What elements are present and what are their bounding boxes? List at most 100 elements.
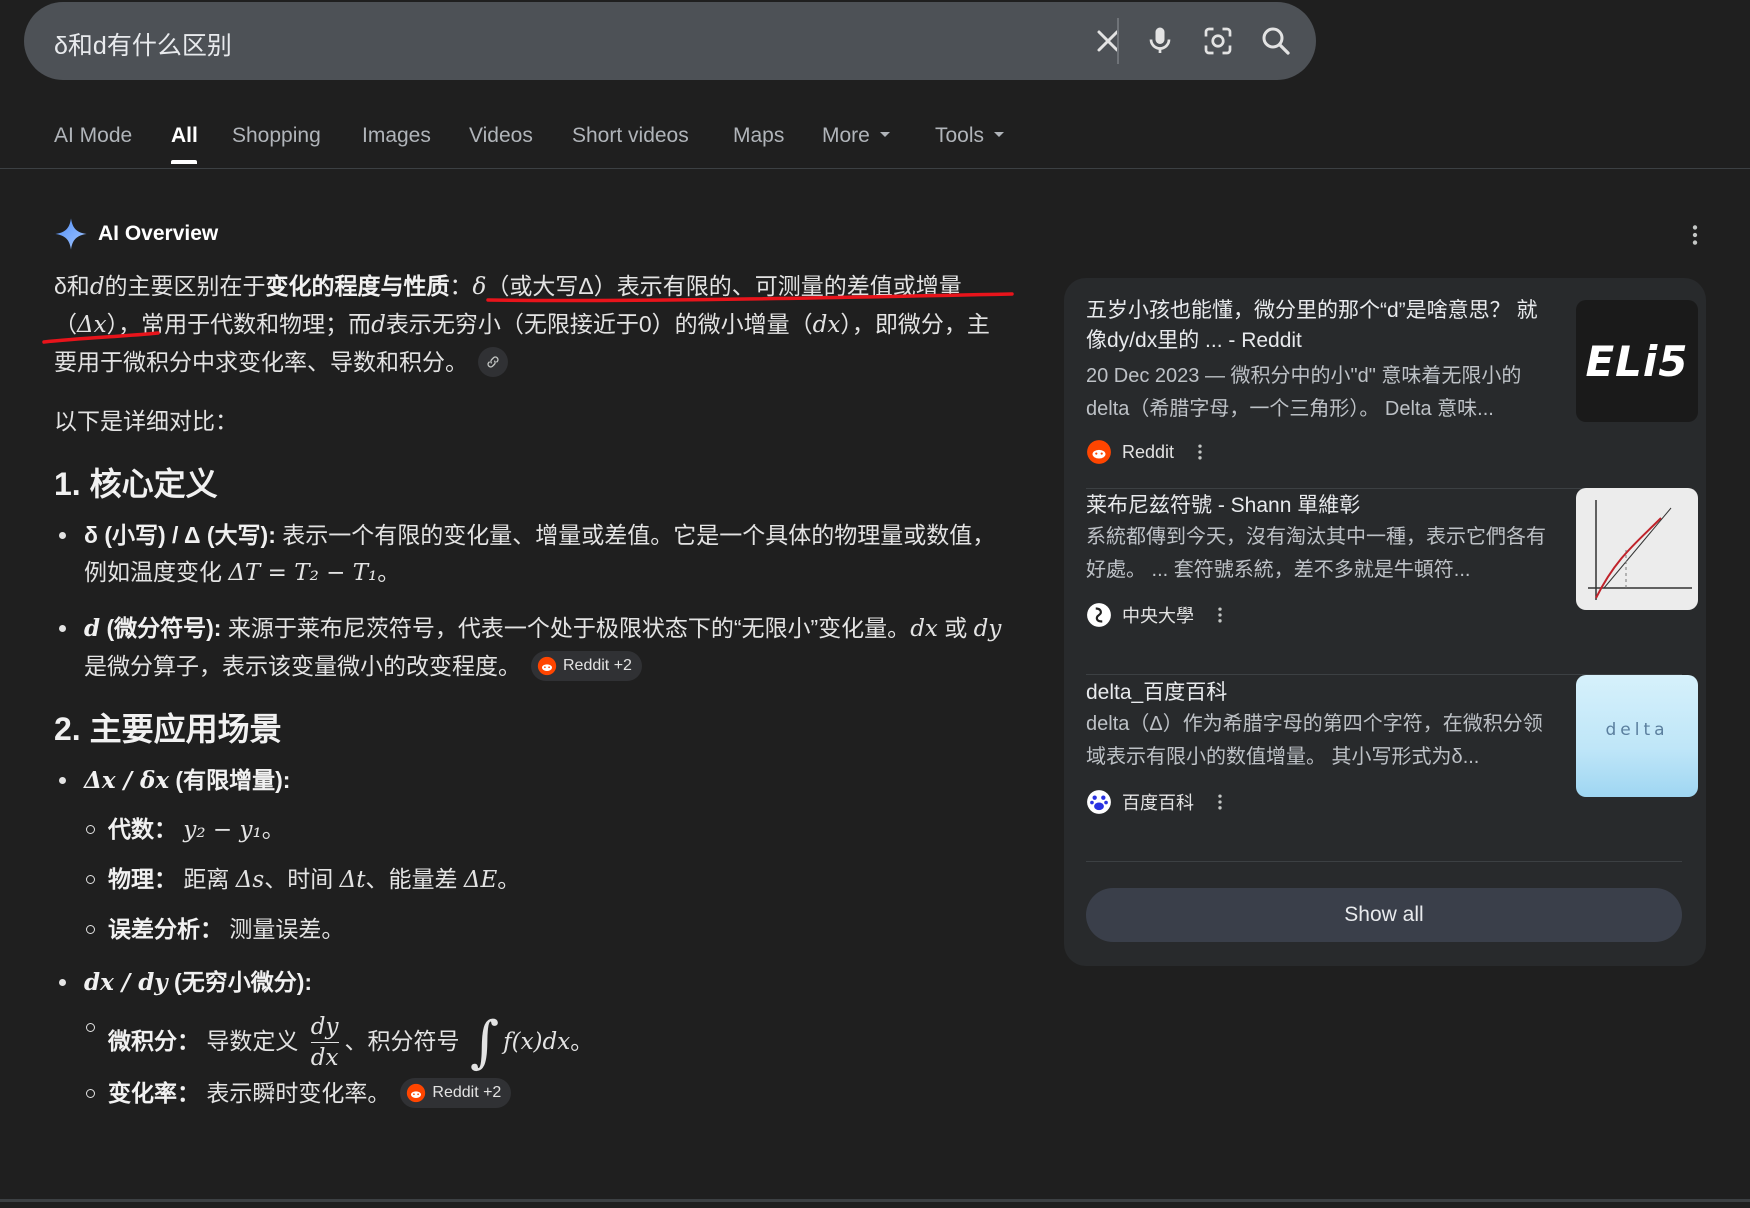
list-item: Δx / δx (有限增量): 代数： y₂ − y₁。 物理： 距离 Δs、时… (59, 762, 1010, 948)
tab-tools[interactable]: Tools (935, 124, 1005, 148)
tab-short-videos[interactable]: Short videos (572, 124, 689, 148)
item-text: 是微分算子，表示该变量微小的改变程度。 (84, 653, 521, 679)
camera-lens-icon[interactable] (1200, 23, 1236, 59)
source-card-snippet: 20 Dec 2023 — 微积分中的小"d" 意味着无限小的delta（希腊字… (1086, 365, 1522, 420)
tab-shopping[interactable]: Shopping (232, 124, 321, 148)
item-label: (有限增量): (169, 767, 291, 793)
sub-item-math: f(x)dx (503, 1029, 571, 1055)
sub-item-math: Δs (235, 867, 265, 893)
sub-item-text: 距离 (183, 866, 236, 892)
intro-text: ： (449, 273, 473, 299)
show-all-button[interactable]: Show all (1086, 888, 1682, 942)
sub-item-text: 测量误差。 (229, 916, 345, 942)
source-thumbnail[interactable]: ELi5 (1576, 300, 1698, 422)
source-card-site: 中央大學 (1086, 601, 1230, 629)
tab-images[interactable]: Images (362, 124, 431, 148)
reddit-icon (407, 1083, 426, 1103)
bottom-edge (0, 1199, 1750, 1202)
source-thumbnail[interactable]: delta (1576, 675, 1698, 797)
tab-ai-mode[interactable]: AI Mode (54, 124, 132, 148)
intro-text: 的主要区别在于 (104, 273, 266, 299)
citation-link-button[interactable] (478, 346, 508, 377)
fraction-numerator: dy (310, 1012, 339, 1044)
item-math: dx / dy (84, 969, 168, 996)
section-heading: 2. 主要应用场景 (54, 711, 282, 747)
intro-math: Δx (77, 312, 107, 338)
more-options-icon[interactable] (1210, 605, 1230, 625)
source-name: 百度百科 (1122, 793, 1194, 813)
mic-icon[interactable] (1142, 23, 1178, 59)
baidu-paw-icon (1087, 790, 1111, 814)
intro-paragraph: δ和d的主要区别在于变化的程度与性质：δ（或大写Δ）表示有限的、可测量的差值或增… (54, 268, 1010, 381)
intro-math: d (371, 312, 386, 338)
reddit-icon (1087, 440, 1111, 464)
source-card-snippet: 系統都傳到今天，沒有淘汰其中一種，表示它們各有好處。 ... 套符號系統，差不多… (1086, 526, 1546, 581)
sub-list: 代数： y₂ − y₁。 物理： 距离 Δs、时间 Δt、能量差 ΔE。 误差分… (84, 811, 1010, 948)
sub-item-text: 导数定义 (206, 1028, 305, 1054)
sub-item-text: 、时间 (264, 866, 340, 892)
delta-thumb-text: delta (1605, 720, 1669, 740)
sub-item-text: 、积分符号 (344, 1028, 466, 1054)
ai-overview-header: AI Overview (54, 216, 218, 252)
compare-intro: 以下是详细对比： (54, 408, 238, 434)
source-thumbnail[interactable] (1576, 488, 1698, 610)
item-text: 来源于莱布尼茨符号，代表一个处于极限状态下的“无限小”变化量。 (221, 615, 911, 641)
search-bar[interactable]: δ和d有什么区别 (24, 2, 1316, 80)
tab-maps[interactable]: Maps (733, 124, 784, 148)
source-card-title[interactable]: 莱布尼兹符號 - Shann 單維彰 (1086, 491, 1548, 521)
tab-more[interactable]: More (822, 124, 890, 148)
sub-item-text: 。 (497, 866, 521, 892)
chevron-down-icon (994, 131, 1005, 137)
sub-item-math: ΔE (463, 867, 498, 893)
derivative-fraction: dy dx (310, 1012, 339, 1073)
sub-item-label: 物理： (108, 866, 177, 892)
more-options-icon[interactable] (1210, 792, 1230, 812)
item-label: (微分符号): (100, 615, 222, 641)
active-tab-indicator (171, 160, 197, 164)
sub-item-label: 变化率： (108, 1079, 200, 1106)
list-item: dx / dy (无穷小微分): 微积分： 导数定义 dy dx 、积分符号 ∫ f(… (59, 964, 1010, 1112)
source-chip[interactable]: Reddit +2 (531, 650, 642, 681)
sub-list-item: 误差分析： 测量误差。 (86, 911, 1010, 948)
integral-symbol: ∫ (469, 1009, 500, 1075)
sub-list: 微积分： 导数定义 dy dx 、积分符号 ∫ f(x)dx。 变化率： 表示瞬时变化… (84, 1009, 1010, 1112)
intro-math: δ (472, 274, 487, 300)
intro-text: 表示无穷小（无限接近于0）的微小增量（ (385, 311, 813, 337)
source-card[interactable]: 五岁小孩也能懂，微分里的那个“d”是啥意思？ 就像dy/dx里的 ... - R… (1086, 278, 1698, 464)
more-options-icon[interactable] (1190, 442, 1210, 462)
source-card[interactable]: 莱布尼兹符號 - Shann 單維彰 系統都傳到今天，沒有淘汰其中一種，表示它們… (1086, 488, 1698, 677)
sub-list-item: 微积分： 导数定义 dy dx 、积分符号 ∫ f(x)dx。 (86, 1009, 1010, 1075)
item-math: dy (973, 616, 1002, 642)
item-label: (无穷小微分): (167, 969, 313, 995)
fraction-denominator: dx (310, 1045, 339, 1072)
chevron-down-icon (879, 131, 890, 137)
sub-item-text: 。 (261, 816, 285, 842)
close-icon[interactable] (1090, 23, 1126, 59)
definition-list: δ (小写) / Δ (大写): 表示一个有限的变化量、增量或差值。它是一个具体… (54, 517, 1010, 685)
source-chip[interactable]: Reddit +2 (400, 1077, 512, 1108)
list-item: d (微分符号): 来源于莱布尼茨符号，代表一个处于极限状态下的“无限小”变化量… (59, 610, 1010, 685)
sources-panel: 五岁小孩也能懂，微分里的那个“d”是啥意思？ 就像dy/dx里的 ... - R… (1064, 278, 1706, 966)
search-icon[interactable] (1258, 23, 1294, 59)
sub-item-text: 表示瞬时变化率。 (206, 1079, 391, 1106)
university-logo-icon (1087, 603, 1111, 627)
search-input[interactable]: δ和d有什么区别 (54, 26, 232, 62)
tab-videos[interactable]: Videos (469, 124, 533, 148)
item-label: δ (小写) / Δ (大写): (84, 522, 276, 548)
sub-list-item: 代数： y₂ − y₁。 (86, 811, 1010, 849)
source-card-title[interactable]: delta_百度百科 (1086, 678, 1548, 708)
intro-text: δ和 (54, 273, 90, 299)
item-math: dx (910, 616, 938, 642)
more-options-icon[interactable] (1682, 222, 1708, 248)
source-card[interactable]: delta_百度百科 delta（Δ）作为希腊字母的第四个字符，在微积分领域表示… (1086, 675, 1698, 864)
source-name: Reddit (1122, 441, 1175, 462)
search-tabs: AI Mode All Shopping Images Videos Short… (0, 118, 1750, 168)
source-card-title[interactable]: 五岁小孩也能懂，微分里的那个“d”是啥意思？ 就像dy/dx里的 ... - R… (1086, 296, 1548, 356)
intro-emphasis: 变化的程度与性质 (265, 273, 450, 299)
tab-more-label: More (822, 124, 870, 147)
link-icon (487, 356, 499, 368)
sub-item-text: 、能量差 (365, 866, 464, 892)
graph-sketch-image (1588, 500, 1692, 600)
sub-item-text: 。 (570, 1028, 594, 1054)
tab-all[interactable]: All (171, 124, 198, 148)
